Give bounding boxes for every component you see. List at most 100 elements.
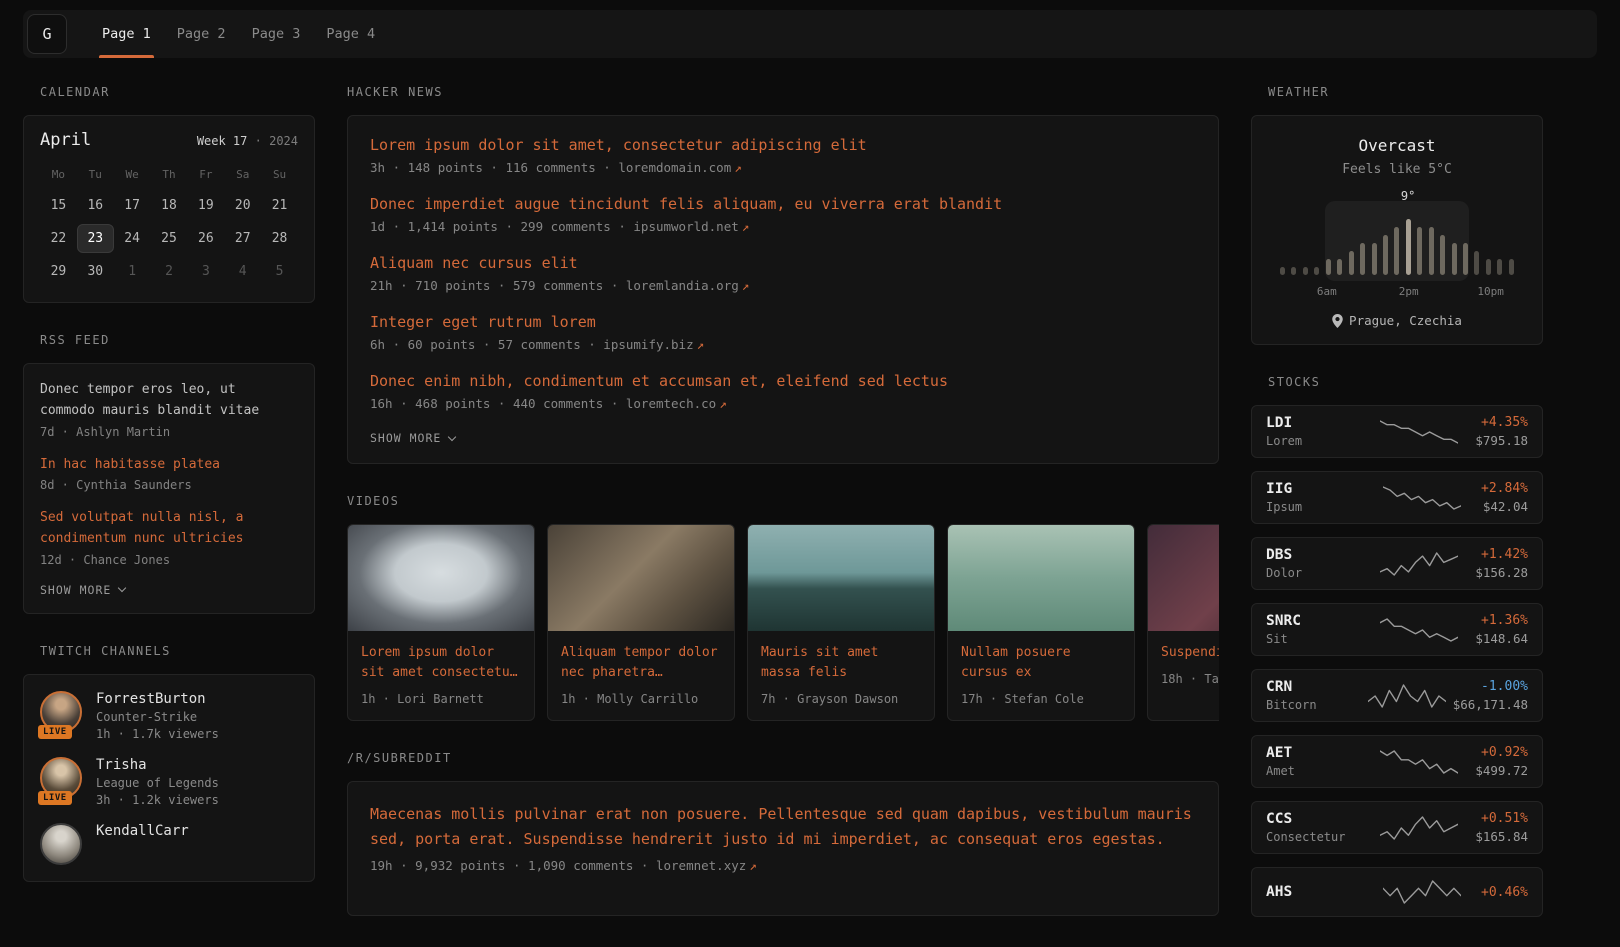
video-title: Aliquam tempor dolor nec pharetra…: [561, 643, 721, 683]
video-card[interactable]: Aliquam tempor dolor nec pharetra… 1h · …: [547, 524, 735, 721]
news-title-link[interactable]: Lorem ipsum dolor sit amet, consectetur …: [370, 136, 1196, 154]
post-title-link[interactable]: Maecenas mollis pulvinar erat non posuer…: [370, 802, 1196, 852]
twitch-channel[interactable]: KendallCarr: [40, 823, 298, 865]
video-card[interactable]: Lorem ipsum dolor sit amet consectetu… 1…: [347, 524, 535, 721]
weather-bar: [1429, 227, 1434, 275]
video-title: Lorem ipsum dolor sit amet consectetu…: [361, 643, 521, 683]
news-title-link[interactable]: Aliquam nec cursus elit: [370, 254, 1196, 272]
stock-change: +1.36%: [1475, 613, 1528, 628]
news-item: Donec imperdiet augue tincidunt felis al…: [370, 195, 1196, 234]
chevron-down-icon: [118, 584, 126, 592]
video-thumbnail: [548, 525, 734, 631]
stocks-section: STOCKS LDI Lorem +4.35% $795.18 IIG Ipsu…: [1251, 375, 1543, 917]
avatar: [40, 823, 82, 865]
stock-row[interactable]: CRN Bitcorn -1.00% $66,171.48: [1251, 669, 1543, 722]
app-logo[interactable]: G: [27, 14, 67, 54]
external-link-icon[interactable]: ↗: [742, 278, 750, 293]
stock-id: CRN Bitcorn: [1266, 679, 1362, 712]
weather-bar: [1440, 235, 1445, 275]
tab-page-4[interactable]: Page 4: [313, 10, 388, 58]
news-meta: 21h · 710 points · 579 comments · loreml…: [370, 278, 1196, 293]
calendar-day: 30: [77, 257, 114, 286]
external-link-icon[interactable]: ↗: [719, 396, 727, 411]
stock-sparkline: [1383, 483, 1461, 513]
calendar-day: 18: [151, 191, 188, 220]
weather-section-title: WEATHER: [1268, 85, 1543, 99]
hackernews-section-title: HACKER NEWS: [347, 85, 1219, 99]
calendar-day: 25: [151, 224, 188, 253]
show-more-label: SHOW MORE: [40, 583, 111, 597]
stock-row[interactable]: DBS Dolor +1.42% $156.28: [1251, 537, 1543, 590]
video-meta: 7h · Grayson Dawson: [761, 692, 921, 706]
live-badge: LIVE: [38, 725, 72, 739]
calendar-day: 21: [261, 191, 298, 220]
location-pin-icon: [1332, 314, 1343, 328]
subreddit-widget: Maecenas mollis pulvinar erat non posuer…: [347, 781, 1219, 916]
rss-item-link[interactable]: Sed volutpat nulla nisl, a condimentum n…: [40, 508, 298, 550]
rss-item-link[interactable]: Donec tempor eros leo, ut commodo mauris…: [40, 380, 298, 422]
stock-numbers: -1.00% $66,171.48: [1453, 679, 1528, 712]
video-card[interactable]: Suspendisse diam 18h · Tara: [1147, 524, 1219, 721]
video-title: Suspendisse diam: [1161, 643, 1219, 663]
weather-bar: [1360, 243, 1365, 275]
weather-chart: 9°: [1280, 213, 1514, 275]
stock-sparkline: [1380, 747, 1458, 777]
time-label: 6am: [1317, 285, 1337, 298]
stock-row[interactable]: AET Amet +0.92% $499.72: [1251, 735, 1543, 788]
external-link-icon[interactable]: ↗: [742, 219, 750, 234]
news-title-link[interactable]: Donec enim nibh, condimentum et accumsan…: [370, 372, 1196, 390]
calendar-week: Week 17: [197, 134, 248, 148]
external-link-icon[interactable]: ↗: [749, 858, 757, 873]
video-card[interactable]: Nullam posuere cursus ex 17h · Stefan Co…: [947, 524, 1135, 721]
calendar-day-next-month: 1: [114, 257, 151, 286]
stock-change: +1.42%: [1475, 547, 1528, 562]
news-meta: 1d · 1,414 points · 299 comments · ipsum…: [370, 219, 1196, 234]
stock-price: $156.28: [1475, 565, 1528, 580]
twitch-channel[interactable]: LIVE Trisha League of Legends 3h · 1.2k …: [40, 757, 298, 807]
rss-item-link[interactable]: In hac habitasse platea: [40, 455, 298, 476]
news-title-link[interactable]: Integer eget rutrum lorem: [370, 313, 1196, 331]
stock-row[interactable]: AHS +0.46%: [1251, 867, 1543, 917]
weather-time-axis: 6am 2pm 10pm: [1280, 285, 1514, 299]
stock-name: Sit: [1266, 632, 1362, 646]
weather-bar: [1497, 259, 1502, 275]
stock-id: SNRC Sit: [1266, 613, 1362, 646]
calendar-day-today: 23: [77, 224, 114, 253]
tab-page-1[interactable]: Page 1: [89, 10, 164, 58]
tab-page-3[interactable]: Page 3: [239, 10, 314, 58]
live-badge: LIVE: [38, 791, 72, 805]
stock-id: AET Amet: [1266, 745, 1362, 778]
stock-id: AHS: [1266, 884, 1362, 900]
video-info: Lorem ipsum dolor sit amet consectetu… 1…: [348, 631, 534, 720]
stock-symbol: SNRC: [1266, 613, 1362, 629]
hackernews-show-more-button[interactable]: SHOW MORE: [370, 431, 1196, 445]
external-link-icon[interactable]: ↗: [734, 160, 742, 175]
external-link-icon[interactable]: ↗: [697, 337, 705, 352]
calendar-day: 29: [40, 257, 77, 286]
stock-symbol: AHS: [1266, 884, 1362, 900]
right-column: WEATHER Overcast Feels like 5°C 9° 6am 2…: [1251, 85, 1543, 947]
stock-price: $499.72: [1475, 763, 1528, 778]
channel-viewers: 1h · 1.7k viewers: [96, 727, 219, 741]
stock-row[interactable]: SNRC Sit +1.36% $148.64: [1251, 603, 1543, 656]
stock-row[interactable]: IIG Ipsum +2.84% $42.04: [1251, 471, 1543, 524]
calendar-day-next-month: 3: [187, 257, 224, 286]
weekday-label: Mo: [40, 162, 77, 187]
stock-sparkline: [1380, 417, 1458, 447]
dashboard: CALENDAR April Week 17 · 2024 Mo Tu We T…: [23, 58, 1543, 947]
calendar-day: 26: [187, 224, 224, 253]
weather-section: WEATHER Overcast Feels like 5°C 9° 6am 2…: [1251, 85, 1543, 345]
channel-game: League of Legends: [96, 776, 219, 790]
video-card[interactable]: Mauris sit amet massa felis 7h · Grayson…: [747, 524, 935, 721]
stock-row[interactable]: CCS Consectetur +0.51% $165.84: [1251, 801, 1543, 854]
stock-row[interactable]: LDI Lorem +4.35% $795.18: [1251, 405, 1543, 458]
news-title-link[interactable]: Donec imperdiet augue tincidunt felis al…: [370, 195, 1196, 213]
channel-avatar: LIVE: [40, 691, 82, 733]
weather-bar: [1463, 243, 1468, 275]
tab-page-2[interactable]: Page 2: [164, 10, 239, 58]
stock-name: Ipsum: [1266, 500, 1362, 514]
channel-info: Trisha League of Legends 3h · 1.2k viewe…: [96, 757, 219, 807]
rss-show-more-button[interactable]: SHOW MORE: [40, 583, 298, 597]
twitch-section: TWITCH CHANNELS LIVE ForrestBurton Count…: [23, 644, 315, 882]
twitch-channel[interactable]: LIVE ForrestBurton Counter-Strike 1h · 1…: [40, 691, 298, 741]
